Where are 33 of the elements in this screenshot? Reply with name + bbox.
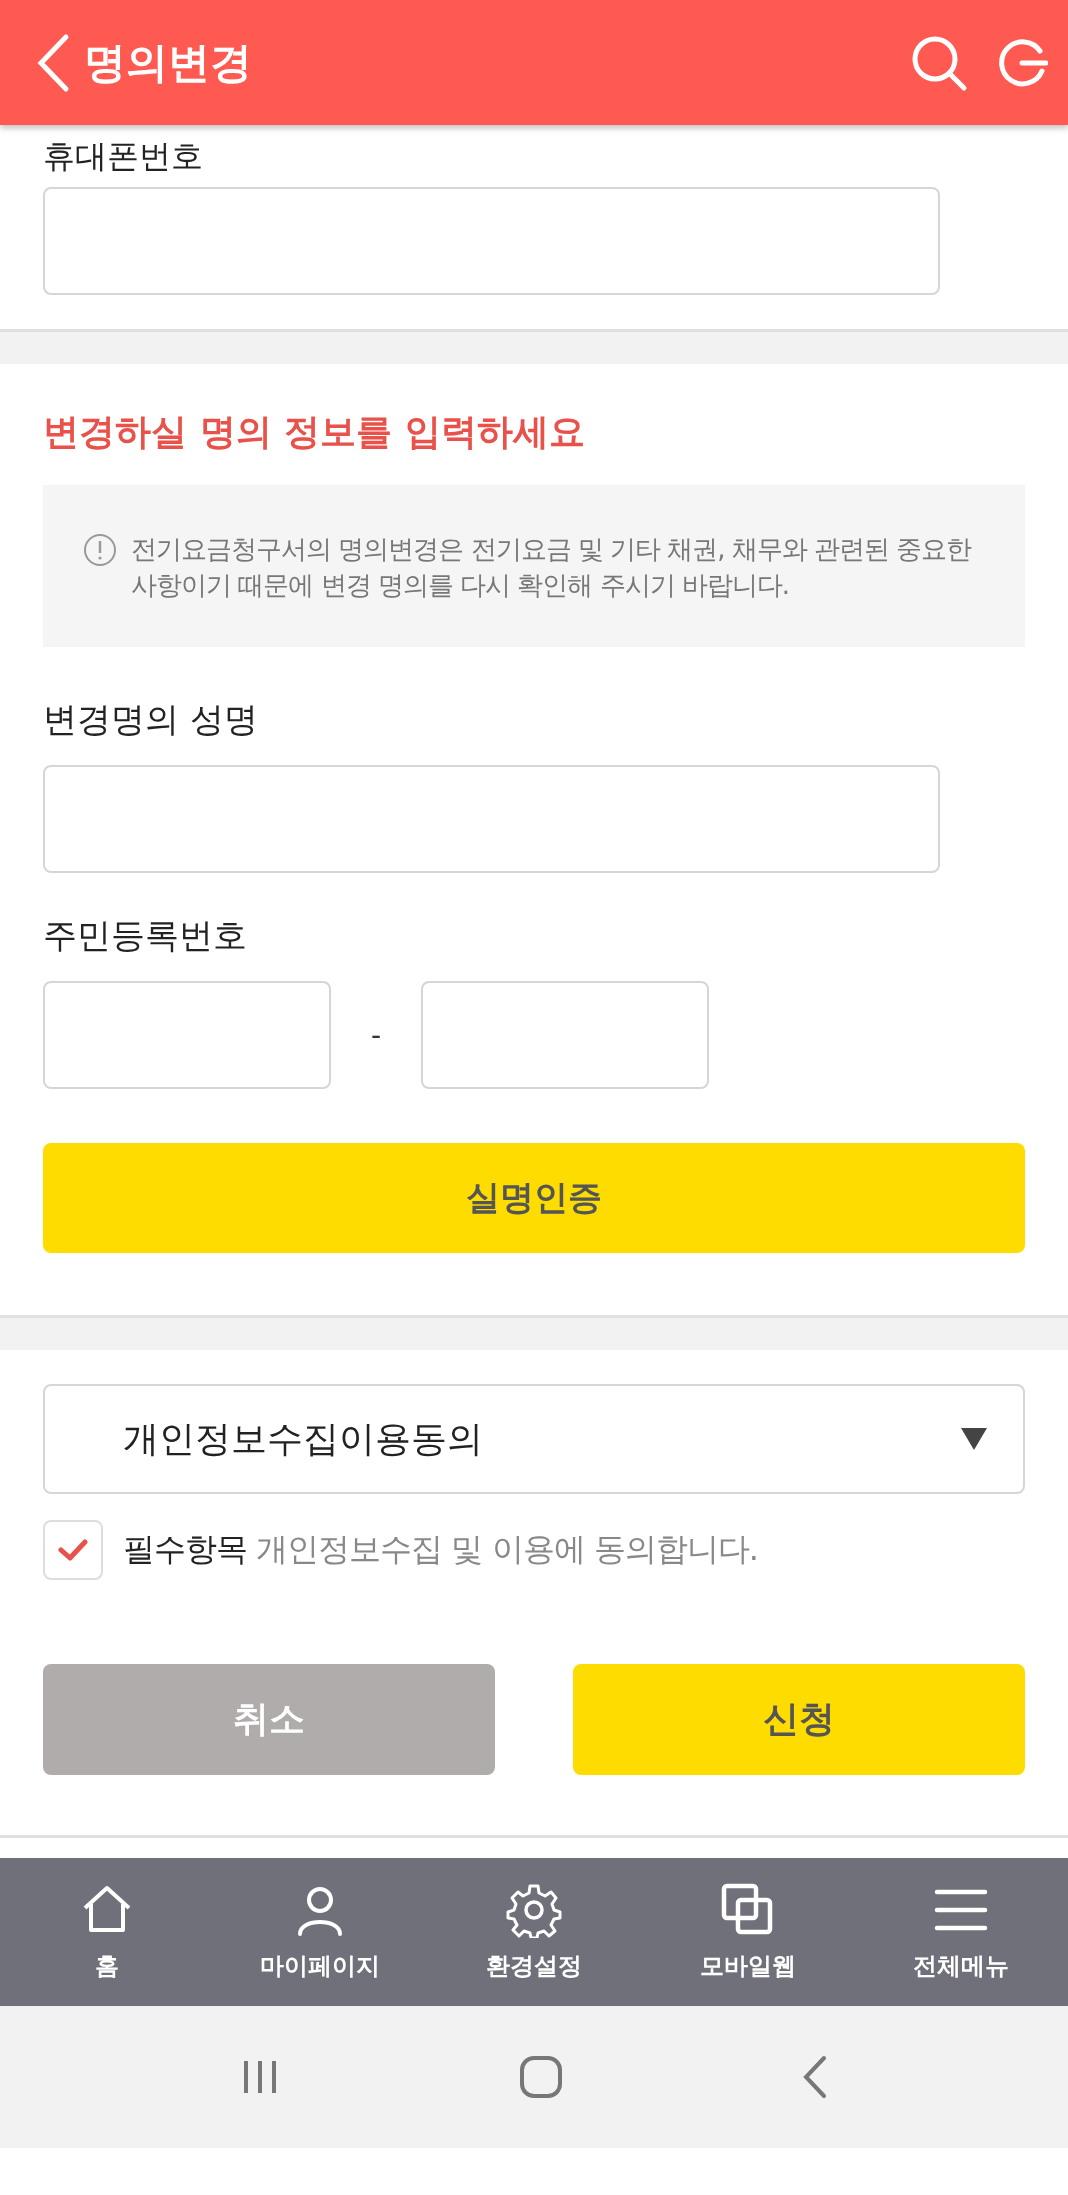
consent-text: 필수항목 개인정보수집 및 이용에 동의합니다. xyxy=(123,1529,758,1570)
name-field[interactable] xyxy=(43,765,940,873)
separator-text: - xyxy=(369,1018,383,1052)
check-icon xyxy=(58,1538,88,1562)
nav-tab[interactable]: 홈 xyxy=(0,1858,214,2006)
power-icon xyxy=(996,36,1048,89)
nav-tab[interactable]: 마이페이지 xyxy=(213,1858,428,2006)
submit-button[interactable]: 신청 xyxy=(573,1664,1025,1775)
id-field[interactable] xyxy=(43,981,331,1089)
field-label: 휴대폰번호 xyxy=(43,136,204,177)
verify-button[interactable]: 실명인증 xyxy=(43,1143,1025,1253)
phone-field[interactable] xyxy=(43,187,940,295)
id-field[interactable] xyxy=(421,981,709,1089)
nav-tab[interactable]: 환경설정 xyxy=(427,1858,641,2006)
logout-button[interactable] xyxy=(996,36,1048,89)
settings-icon xyxy=(506,1882,562,1938)
notice-text: 전기요금청구서의 명의변경은 전기요금 및 기타 채권, 채무와 관련된 중요한 사항이기 때문에 변경 명의를 다시 확인해 주시기 바랍니다. xyxy=(131,533,973,602)
section-title: 변경하실 명의 정보를 입력하세요 xyxy=(43,410,586,454)
back-icon xyxy=(802,2055,829,2099)
dropdown-arrow-icon xyxy=(961,1428,987,1450)
field-label: 주민등록번호 xyxy=(43,914,248,957)
back-button[interactable] xyxy=(802,2055,829,2099)
back-button[interactable] xyxy=(36,32,70,93)
back-icon xyxy=(36,32,70,93)
consent-select[interactable]: 개인정보수집이용동의 xyxy=(43,1384,1025,1494)
nav-tab[interactable]: 모바일웹 xyxy=(640,1858,855,2006)
info-icon xyxy=(83,533,117,567)
home-icon xyxy=(519,2055,563,2099)
field-label: 변경명의 성명 xyxy=(43,698,259,741)
home-button[interactable] xyxy=(519,2055,563,2099)
page-title: 명의변경 xyxy=(84,36,253,89)
consent-checkbox[interactable] xyxy=(43,1520,103,1580)
nav-tab[interactable]: 전체메뉴 xyxy=(854,1858,1068,2006)
